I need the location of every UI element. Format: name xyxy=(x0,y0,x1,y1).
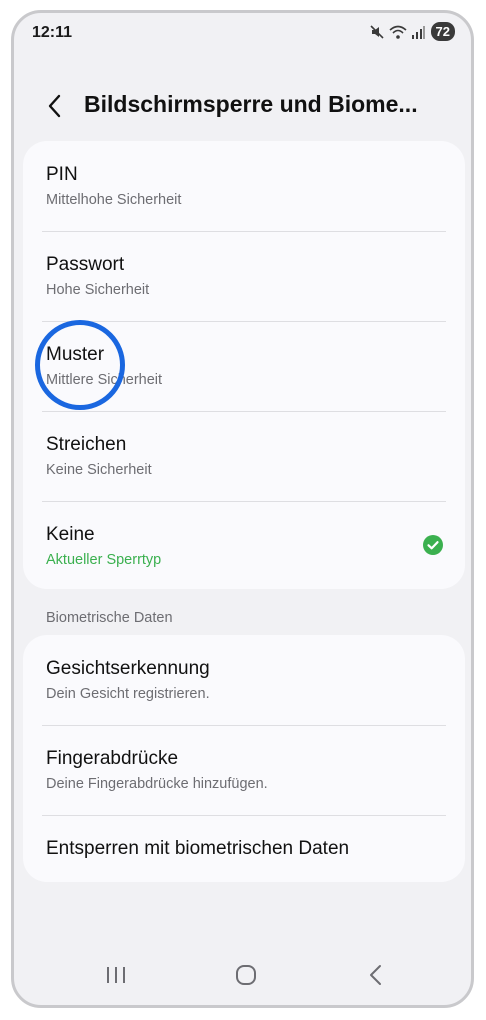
lock-option-none[interactable]: Keine Aktueller Sperrtyp xyxy=(23,501,465,589)
status-icons: 72 xyxy=(369,22,455,41)
lock-option-subtitle: Mittelhohe Sicherheit xyxy=(46,192,182,208)
biometrics-card: Gesichtserkennung Dein Gesicht registrie… xyxy=(23,635,465,882)
wifi-icon xyxy=(389,24,407,40)
system-back-button[interactable] xyxy=(360,959,392,991)
biometrics-item-title: Entsperren mit biometrischen Daten xyxy=(46,838,350,859)
lock-option-title: Passwort xyxy=(46,254,125,275)
recent-apps-button[interactable] xyxy=(100,959,132,991)
check-circle-icon xyxy=(423,535,443,555)
lock-option-pattern[interactable]: Muster Mittlere Sicherheit xyxy=(23,321,465,411)
header: Bildschirmsperre und Biome... xyxy=(14,83,471,127)
lock-option-title: Streichen xyxy=(46,434,127,455)
battery-icon: 72 xyxy=(430,22,455,41)
current-lock-type-label: Aktueller Sperrtyp xyxy=(46,552,162,568)
biometrics-face-recognition[interactable]: Gesichtserkennung Dein Gesicht registrie… xyxy=(23,635,465,725)
home-button[interactable] xyxy=(230,959,262,991)
navigation-bar xyxy=(14,945,471,1005)
lock-option-subtitle: Hohe Sicherheit xyxy=(46,282,150,298)
lock-option-subtitle: Mittlere Sicherheit xyxy=(46,372,163,388)
back-button[interactable] xyxy=(40,91,70,121)
lock-option-swipe[interactable]: Streichen Keine Sicherheit xyxy=(23,411,465,501)
lock-option-title: PIN xyxy=(46,164,78,185)
lock-option-title: Keine xyxy=(46,524,95,545)
biometrics-unlock-settings[interactable]: Entsperren mit biometrischen Daten xyxy=(23,815,465,882)
signal-icon xyxy=(411,25,425,39)
biometrics-item-subtitle: Dein Gesicht registrieren. xyxy=(46,686,210,702)
mute-icon xyxy=(369,24,385,40)
status-bar: 12:11 72 xyxy=(14,13,471,53)
biometrics-item-title: Gesichtserkennung xyxy=(46,658,210,679)
biometrics-item-title: Fingerabdrücke xyxy=(46,748,179,769)
lock-type-card: PIN Mittelhohe Sicherheit Passwort Hohe … xyxy=(23,141,465,589)
chevron-left-icon xyxy=(48,94,61,118)
biometrics-fingerprints[interactable]: Fingerabdrücke Deine Fingerabdrücke hinz… xyxy=(23,725,465,815)
lock-option-password[interactable]: Passwort Hohe Sicherheit xyxy=(23,231,465,321)
home-icon xyxy=(236,965,256,985)
phone-frame: 12:11 72 Bildschirmsperre und Biome... P… xyxy=(11,10,474,1008)
lock-option-title: Muster xyxy=(46,344,105,365)
biometrics-item-subtitle: Deine Fingerabdrücke hinzufügen. xyxy=(46,776,268,792)
recent-apps-icon xyxy=(107,967,125,983)
back-icon xyxy=(370,965,381,985)
page-title: Bildschirmsperre und Biome... xyxy=(84,91,418,117)
lock-option-pin[interactable]: PIN Mittelhohe Sicherheit xyxy=(23,141,465,231)
section-label-biometrics: Biometrische Daten xyxy=(46,610,173,626)
status-time: 12:11 xyxy=(32,24,73,41)
lock-option-subtitle: Keine Sicherheit xyxy=(46,462,152,478)
